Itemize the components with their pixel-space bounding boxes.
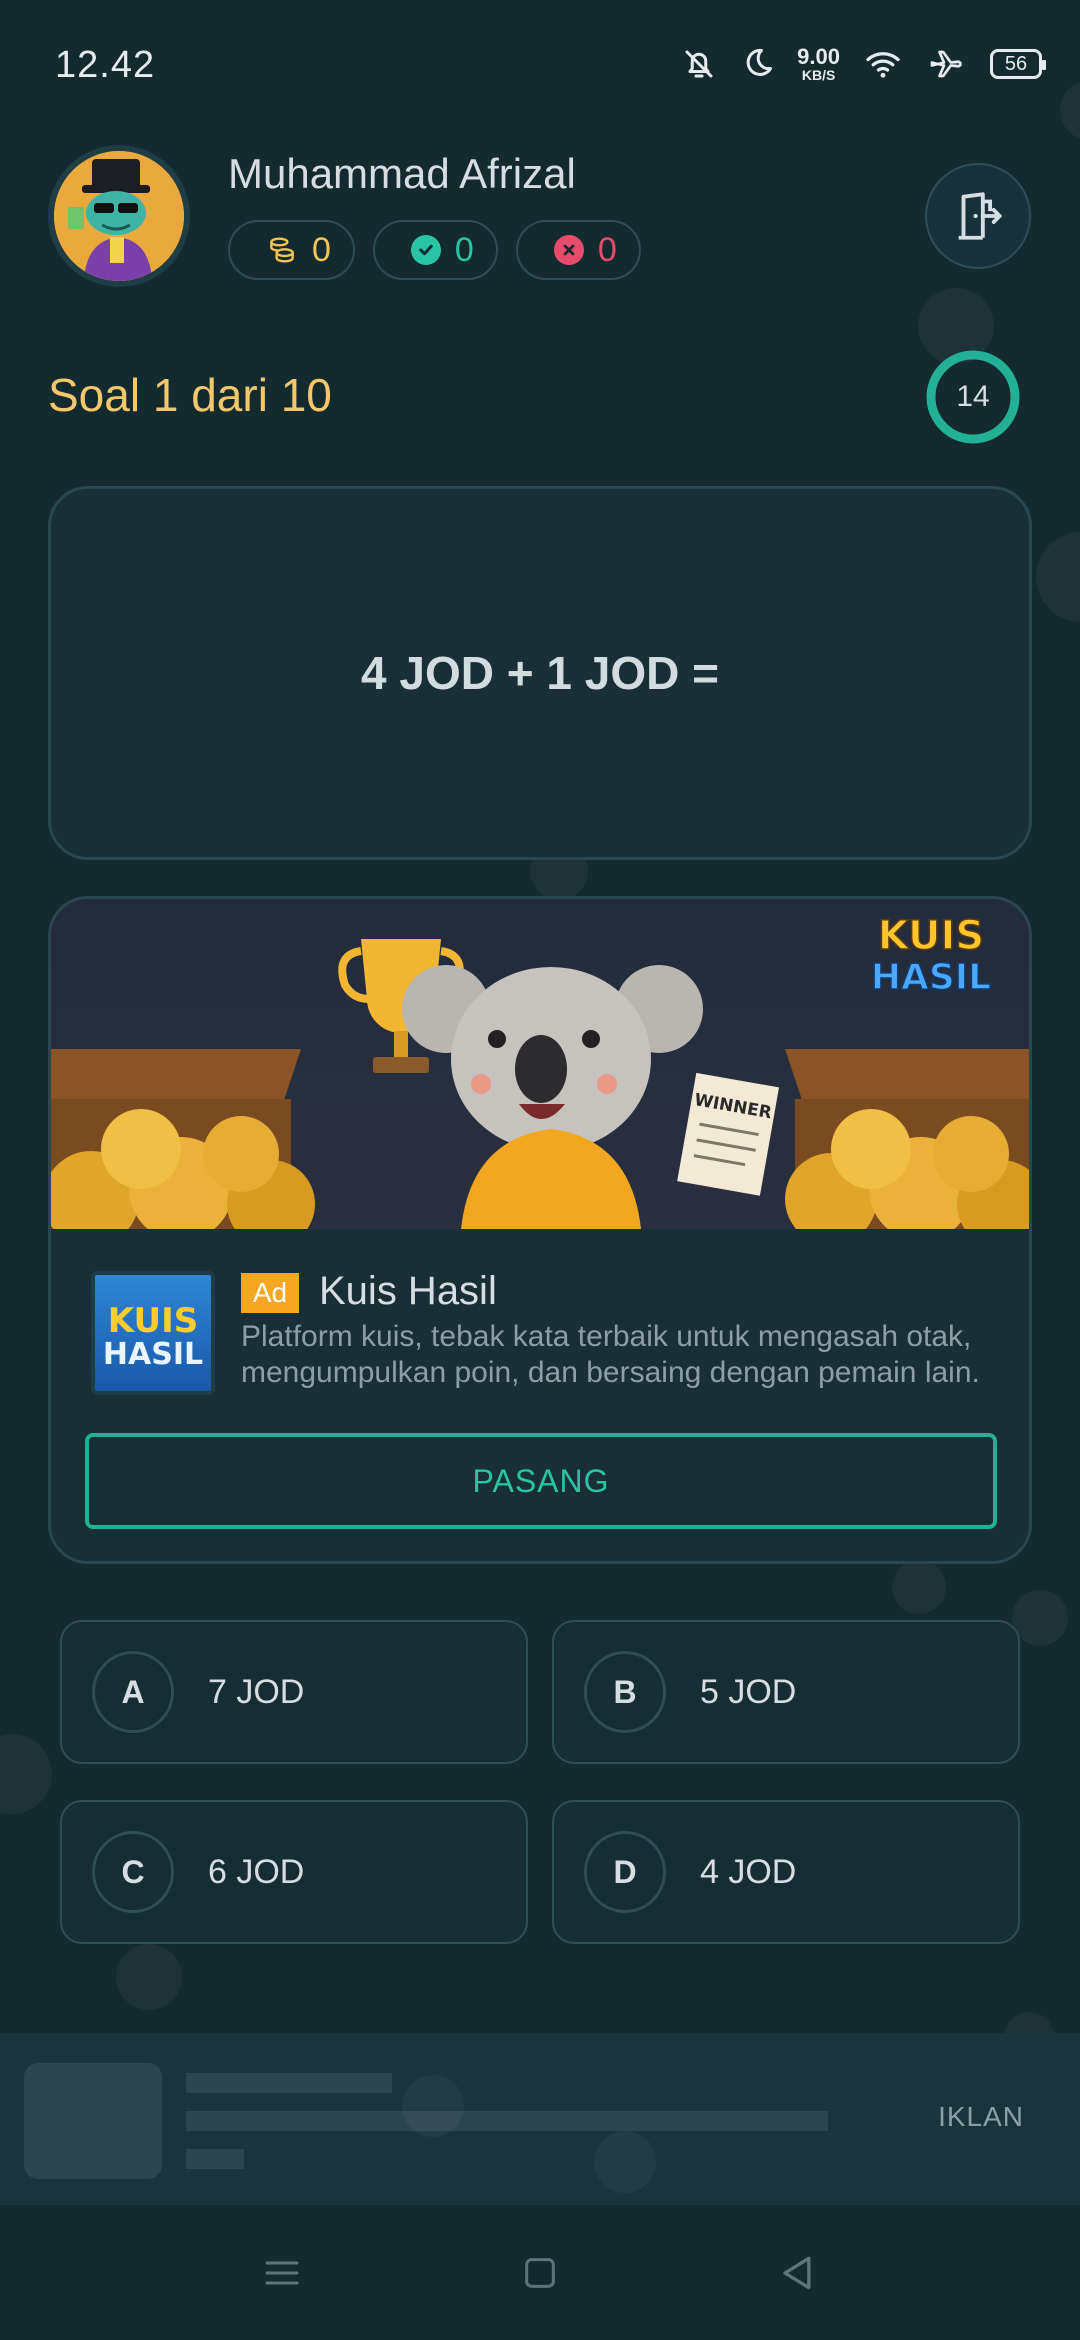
user-name: Muhammad Afrizal [228,150,576,197]
option-text: 4 JOD [700,1852,797,1891]
home-button[interactable] [512,2245,568,2301]
answer-option-d[interactable]: D 4 JOD [552,1800,1020,1944]
background-bubble [116,1944,182,2010]
ad-banner-image[interactable]: WINNER KUIS HASIL [51,899,1029,1229]
system-nav-bar [0,2205,1080,2340]
coins-stat: 0 [228,220,355,280]
timer-value: 14 [956,380,990,413]
x-circle-icon [553,235,584,265]
banner-ad-label: IKLAN [938,2101,1024,2132]
banner-ad-text-placeholder [186,2149,244,2169]
exit-button[interactable] [925,163,1031,269]
home-square-icon [525,2258,555,2288]
background-bubble [594,2131,656,2193]
answer-option-c[interactable]: C 6 JOD [60,1800,528,1944]
battery-icon: 56 [990,49,1046,79]
menu-button[interactable] [254,2245,310,2301]
avatar[interactable] [48,145,190,287]
net-speed-value: 9.00 [797,44,840,69]
status-icons: 9.00 KB/S 56 [681,44,1046,84]
option-letter: C [92,1831,174,1913]
banner-logo-line1: KUIS [878,913,984,959]
check-circle-icon [410,235,441,265]
avatar-character-icon [54,151,184,281]
battery-level: 56 [1004,52,1028,75]
ad-description: Platform kuis, tebak kata terbaik untuk … [241,1320,980,1389]
option-letter: D [584,1831,666,1913]
ad-badge: Ad [241,1273,299,1313]
banner-ad[interactable]: IKLAN [0,2033,1080,2205]
coins-count: 0 [312,230,331,269]
menu-icon [265,2261,299,2285]
option-letter: A [92,1651,174,1733]
ad-title[interactable]: Kuis Hasil [319,1269,497,1314]
net-speed-unit: KB/S [801,67,836,83]
back-triangle-icon [783,2256,811,2290]
coins-icon [270,237,294,263]
wifi-icon [866,52,900,78]
ad-card[interactable]: WINNER KUIS HASIL KUIS HASIL Ad Kuis Has… [48,896,1032,1564]
background-bubble [892,1560,946,1614]
ad-logo-line1: KUIS [107,1301,199,1341]
wrong-count: 0 [597,230,617,269]
background-bubble [0,1734,52,1814]
option-text: 5 JOD [700,1672,797,1711]
exit-door-icon [958,192,1002,240]
banner-ad-text-placeholder [186,2111,828,2131]
bell-off-icon [685,50,713,78]
ad-banner-illustration: WINNER KUIS HASIL [51,912,1029,1229]
background-bubble [1036,532,1080,622]
moon-icon [746,48,773,76]
question-text: 4 JOD + 1 JOD = [361,647,719,699]
banner-logo-line2: HASIL [871,957,991,998]
answer-option-a[interactable]: A 7 JOD [60,1620,528,1764]
wrong-stat: 0 [515,220,641,280]
status-bar: 12.42 9.00 KB/S 56 [0,0,1080,130]
answer-option-b[interactable]: B 5 JOD [552,1620,1020,1764]
banner-ad-text-placeholder [186,2073,392,2093]
countdown-timer: 14 [924,348,1022,446]
airplane-icon [930,50,962,78]
banner-ad-thumbnail-placeholder [24,2063,162,2179]
ad-app-logo[interactable]: KUIS HASIL [91,1271,215,1395]
stats-row: 0 0 0 [228,220,641,280]
background-bubble [1012,1590,1068,1646]
option-letter: B [584,1651,666,1733]
correct-count: 0 [454,230,474,269]
option-text: 7 JOD [208,1672,305,1711]
question-progress-label: Soal 1 dari 10 [48,369,332,421]
net-speed: 9.00 KB/S [797,44,840,83]
correct-stat: 0 [372,220,498,280]
background-bubble [402,2075,464,2137]
install-button[interactable]: PASANG [85,1433,997,1529]
question-card: 4 JOD + 1 JOD = [48,486,1032,860]
status-time: 12.42 [55,44,156,86]
option-text: 6 JOD [208,1852,305,1891]
ad-logo-line2: HASIL [102,1337,204,1372]
back-button[interactable] [768,2245,824,2301]
